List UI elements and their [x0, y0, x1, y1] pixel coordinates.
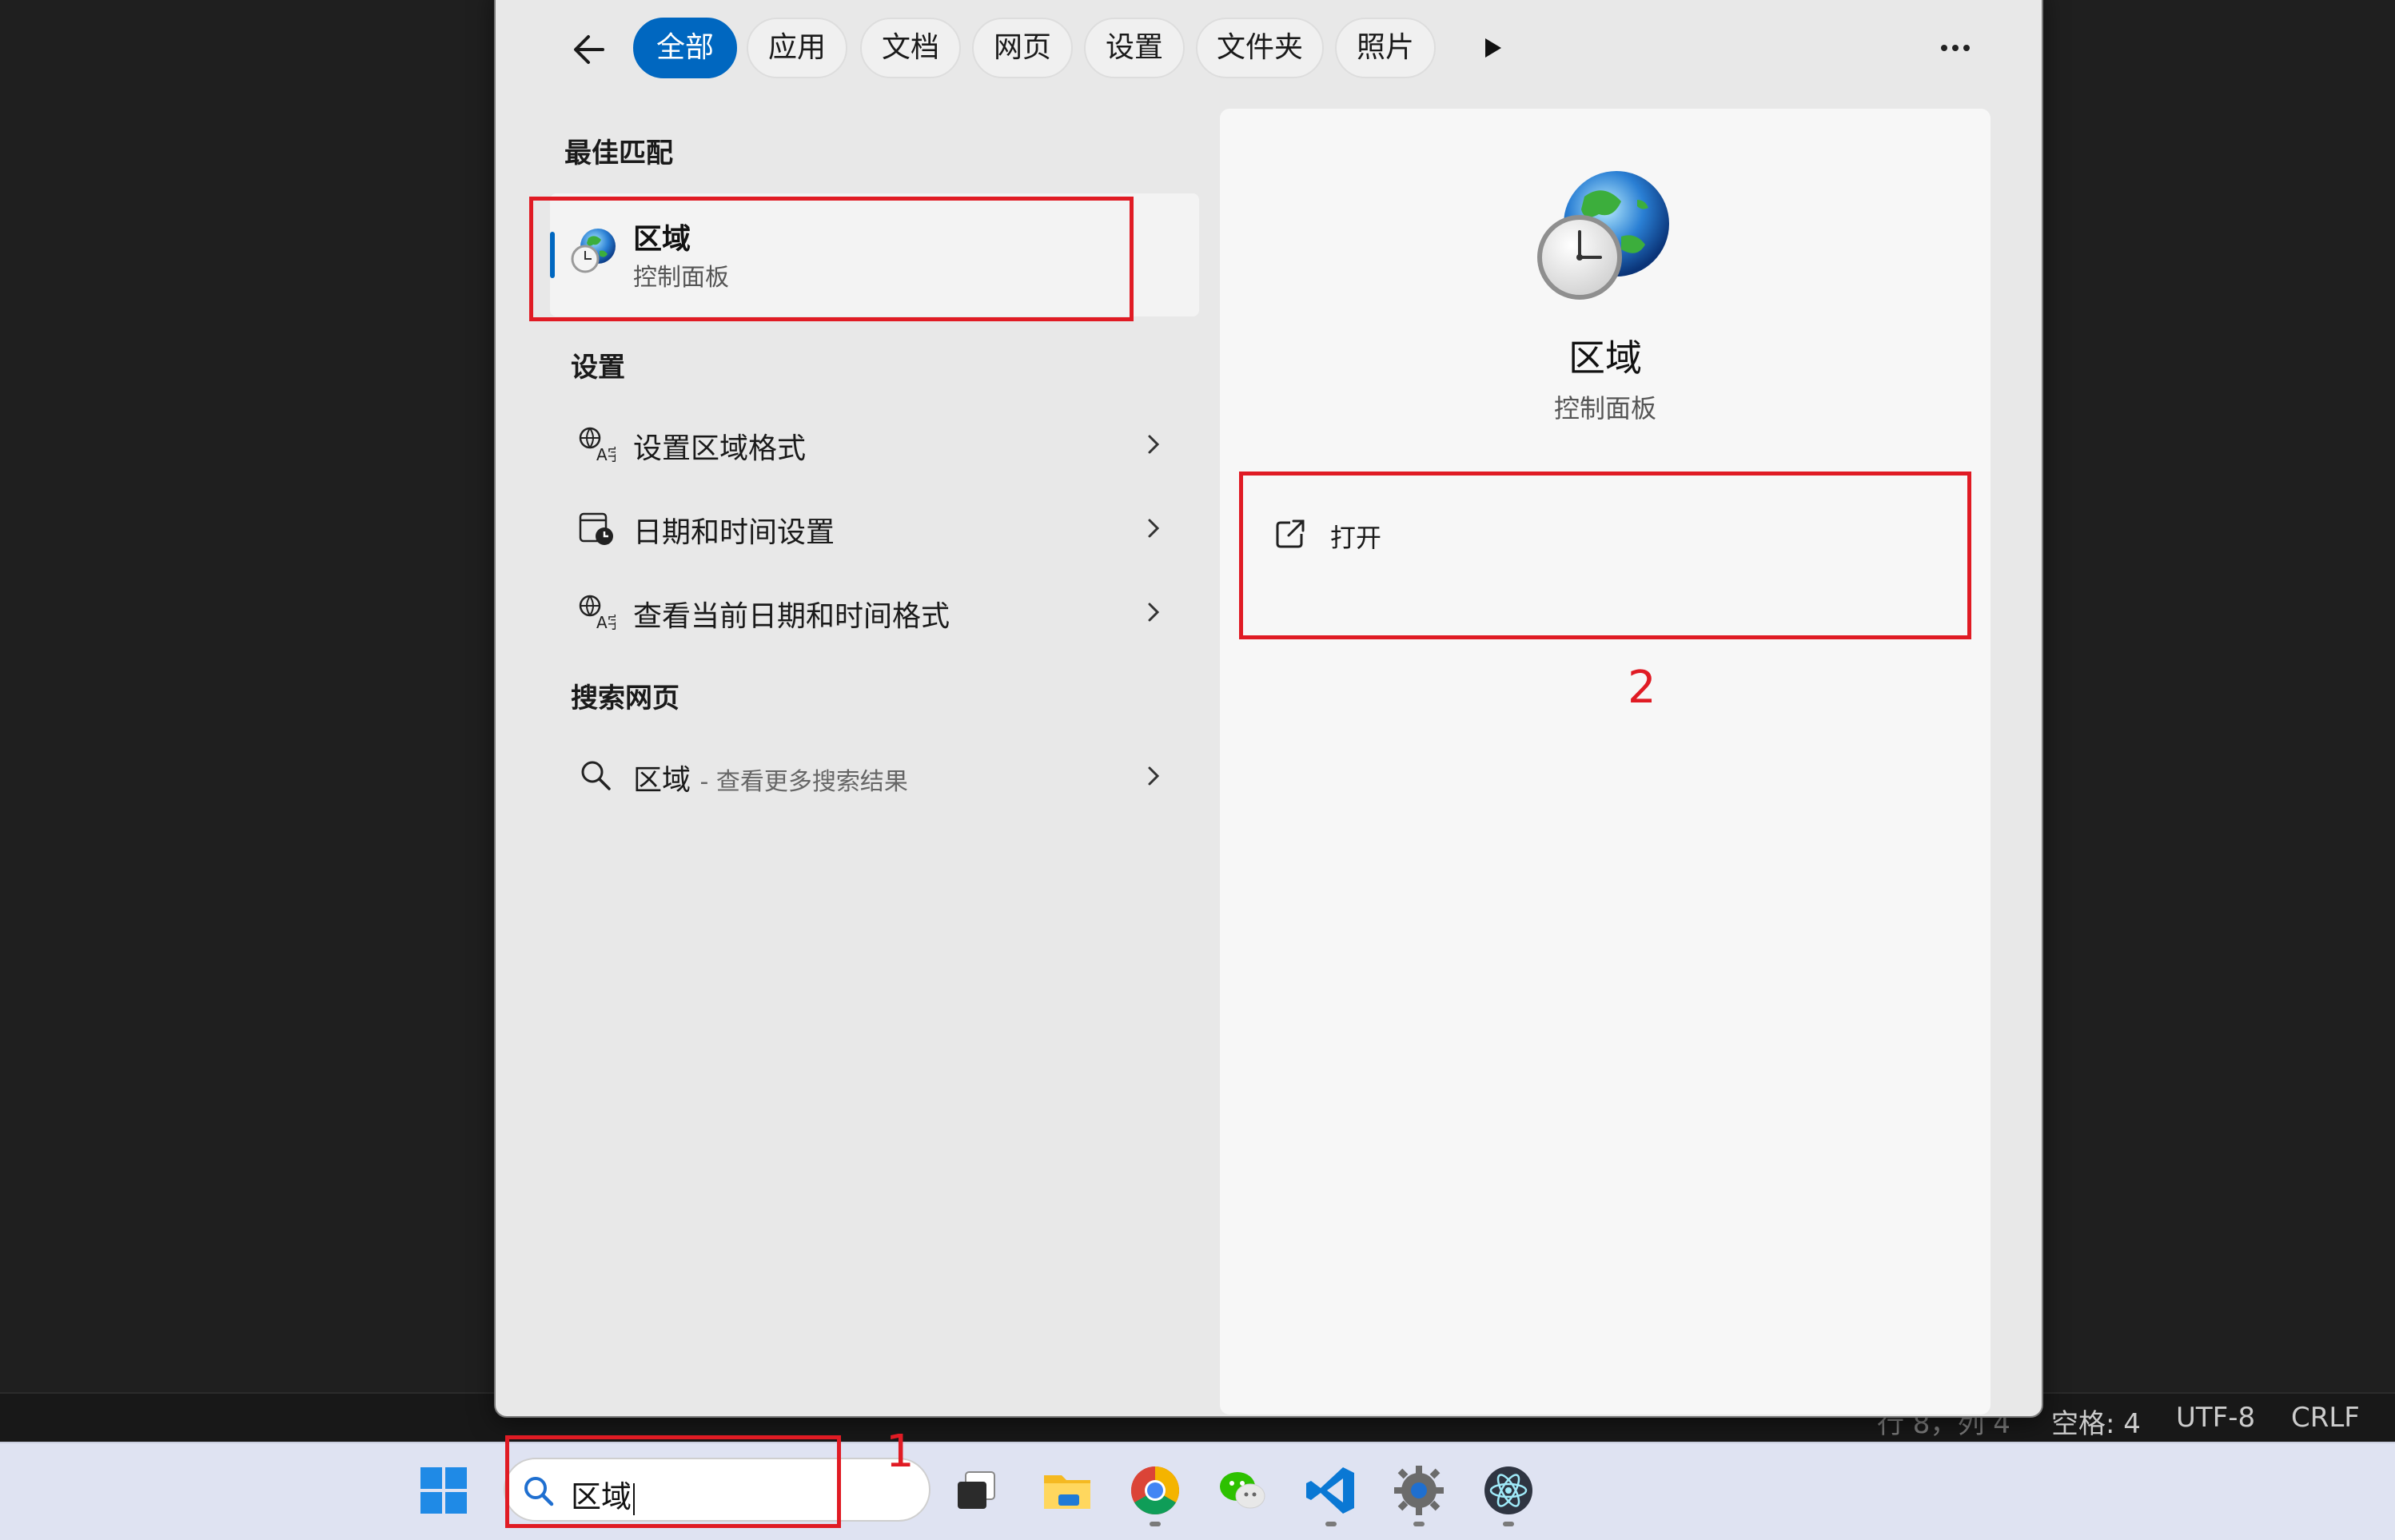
web-search-query: 区域	[633, 764, 691, 797]
back-button[interactable]	[564, 26, 620, 74]
running-indicator	[1503, 1522, 1514, 1526]
svg-text:A字: A字	[596, 613, 616, 631]
chevron-right-icon	[1148, 603, 1160, 622]
more-options-button[interactable]	[1933, 32, 1978, 64]
eol-setting[interactable]: CRLF	[2291, 1402, 2360, 1434]
globe-clock-icon	[1537, 171, 1669, 300]
list-item-view-date-format[interactable]: A字 查看当前日期和时间格式	[560, 575, 1183, 647]
electron-app-icon[interactable]	[1480, 1462, 1536, 1518]
annotation-marker-1: 1	[886, 1426, 915, 1478]
back-arrow-icon	[574, 35, 604, 64]
tab-documents[interactable]: 文档	[860, 18, 961, 78]
tab-web[interactable]: 网页	[972, 18, 1073, 78]
detail-title: 区域	[1568, 336, 1642, 380]
list-item-label: 查看当前日期和时间格式	[633, 600, 950, 633]
encoding-setting[interactable]: UTF-8	[2176, 1402, 2255, 1434]
settings-icon[interactable]	[1391, 1462, 1447, 1518]
tab-folders[interactable]: 文件夹	[1196, 18, 1324, 78]
chrome-icon[interactable]	[1127, 1462, 1183, 1518]
chevron-right-icon	[1148, 435, 1160, 454]
search-icon	[581, 761, 611, 790]
tab-apps[interactable]: 应用	[747, 18, 847, 78]
play-icon	[1485, 38, 1501, 58]
more-tabs-button[interactable]	[1476, 32, 1508, 64]
region-format-icon: A字	[579, 427, 616, 464]
wechat-icon[interactable]	[1215, 1462, 1271, 1518]
running-indicator	[1413, 1522, 1425, 1526]
settings-heading: 设置	[571, 352, 625, 384]
ellipsis-icon	[1941, 45, 1970, 51]
region-format-icon: A字	[579, 595, 616, 631]
annotation-box-open	[1239, 472, 1971, 639]
list-item-label: 日期和时间设置	[633, 516, 835, 549]
web-search-heading: 搜索网页	[571, 682, 679, 714]
list-item-date-time[interactable]: 日期和时间设置	[560, 491, 1183, 563]
detail-subtitle: 控制面板	[1553, 393, 1656, 424]
taskbar	[0, 1442, 2395, 1540]
start-icon[interactable]	[416, 1462, 472, 1518]
file-explorer-icon[interactable]	[1039, 1462, 1095, 1518]
web-search-suffix: - 查看更多搜索结果	[699, 768, 908, 796]
indent-setting[interactable]: 空格: 4	[2051, 1402, 2141, 1441]
annotation-box-best-match	[529, 197, 1134, 321]
web-search-label: 区域 - 查看更多搜索结果	[633, 757, 908, 798]
annotation-marker-2: 2	[1628, 662, 1656, 714]
tab-photos[interactable]: 照片	[1335, 18, 1436, 78]
list-item-web-search[interactable]: 区域 - 查看更多搜索结果	[560, 739, 1183, 811]
tab-settings[interactable]: 设置	[1084, 18, 1185, 78]
annotation-box-search	[505, 1435, 841, 1528]
svg-text:A字: A字	[596, 445, 616, 464]
list-item-region-format[interactable]: A字 设置区域格式	[560, 408, 1183, 480]
tab-all[interactable]: 全部	[633, 18, 737, 78]
best-match-heading: 最佳匹配	[564, 137, 673, 169]
vscode-icon[interactable]	[1303, 1462, 1359, 1518]
list-item-label: 设置区域格式	[633, 432, 807, 465]
detail-pane	[1220, 109, 1991, 1415]
chevron-right-icon	[1148, 519, 1160, 538]
task-view-icon[interactable]	[950, 1462, 1006, 1518]
running-indicator	[1325, 1522, 1337, 1526]
running-indicator	[1150, 1522, 1161, 1526]
chevron-right-icon	[1148, 766, 1160, 786]
date-time-icon	[579, 512, 613, 545]
